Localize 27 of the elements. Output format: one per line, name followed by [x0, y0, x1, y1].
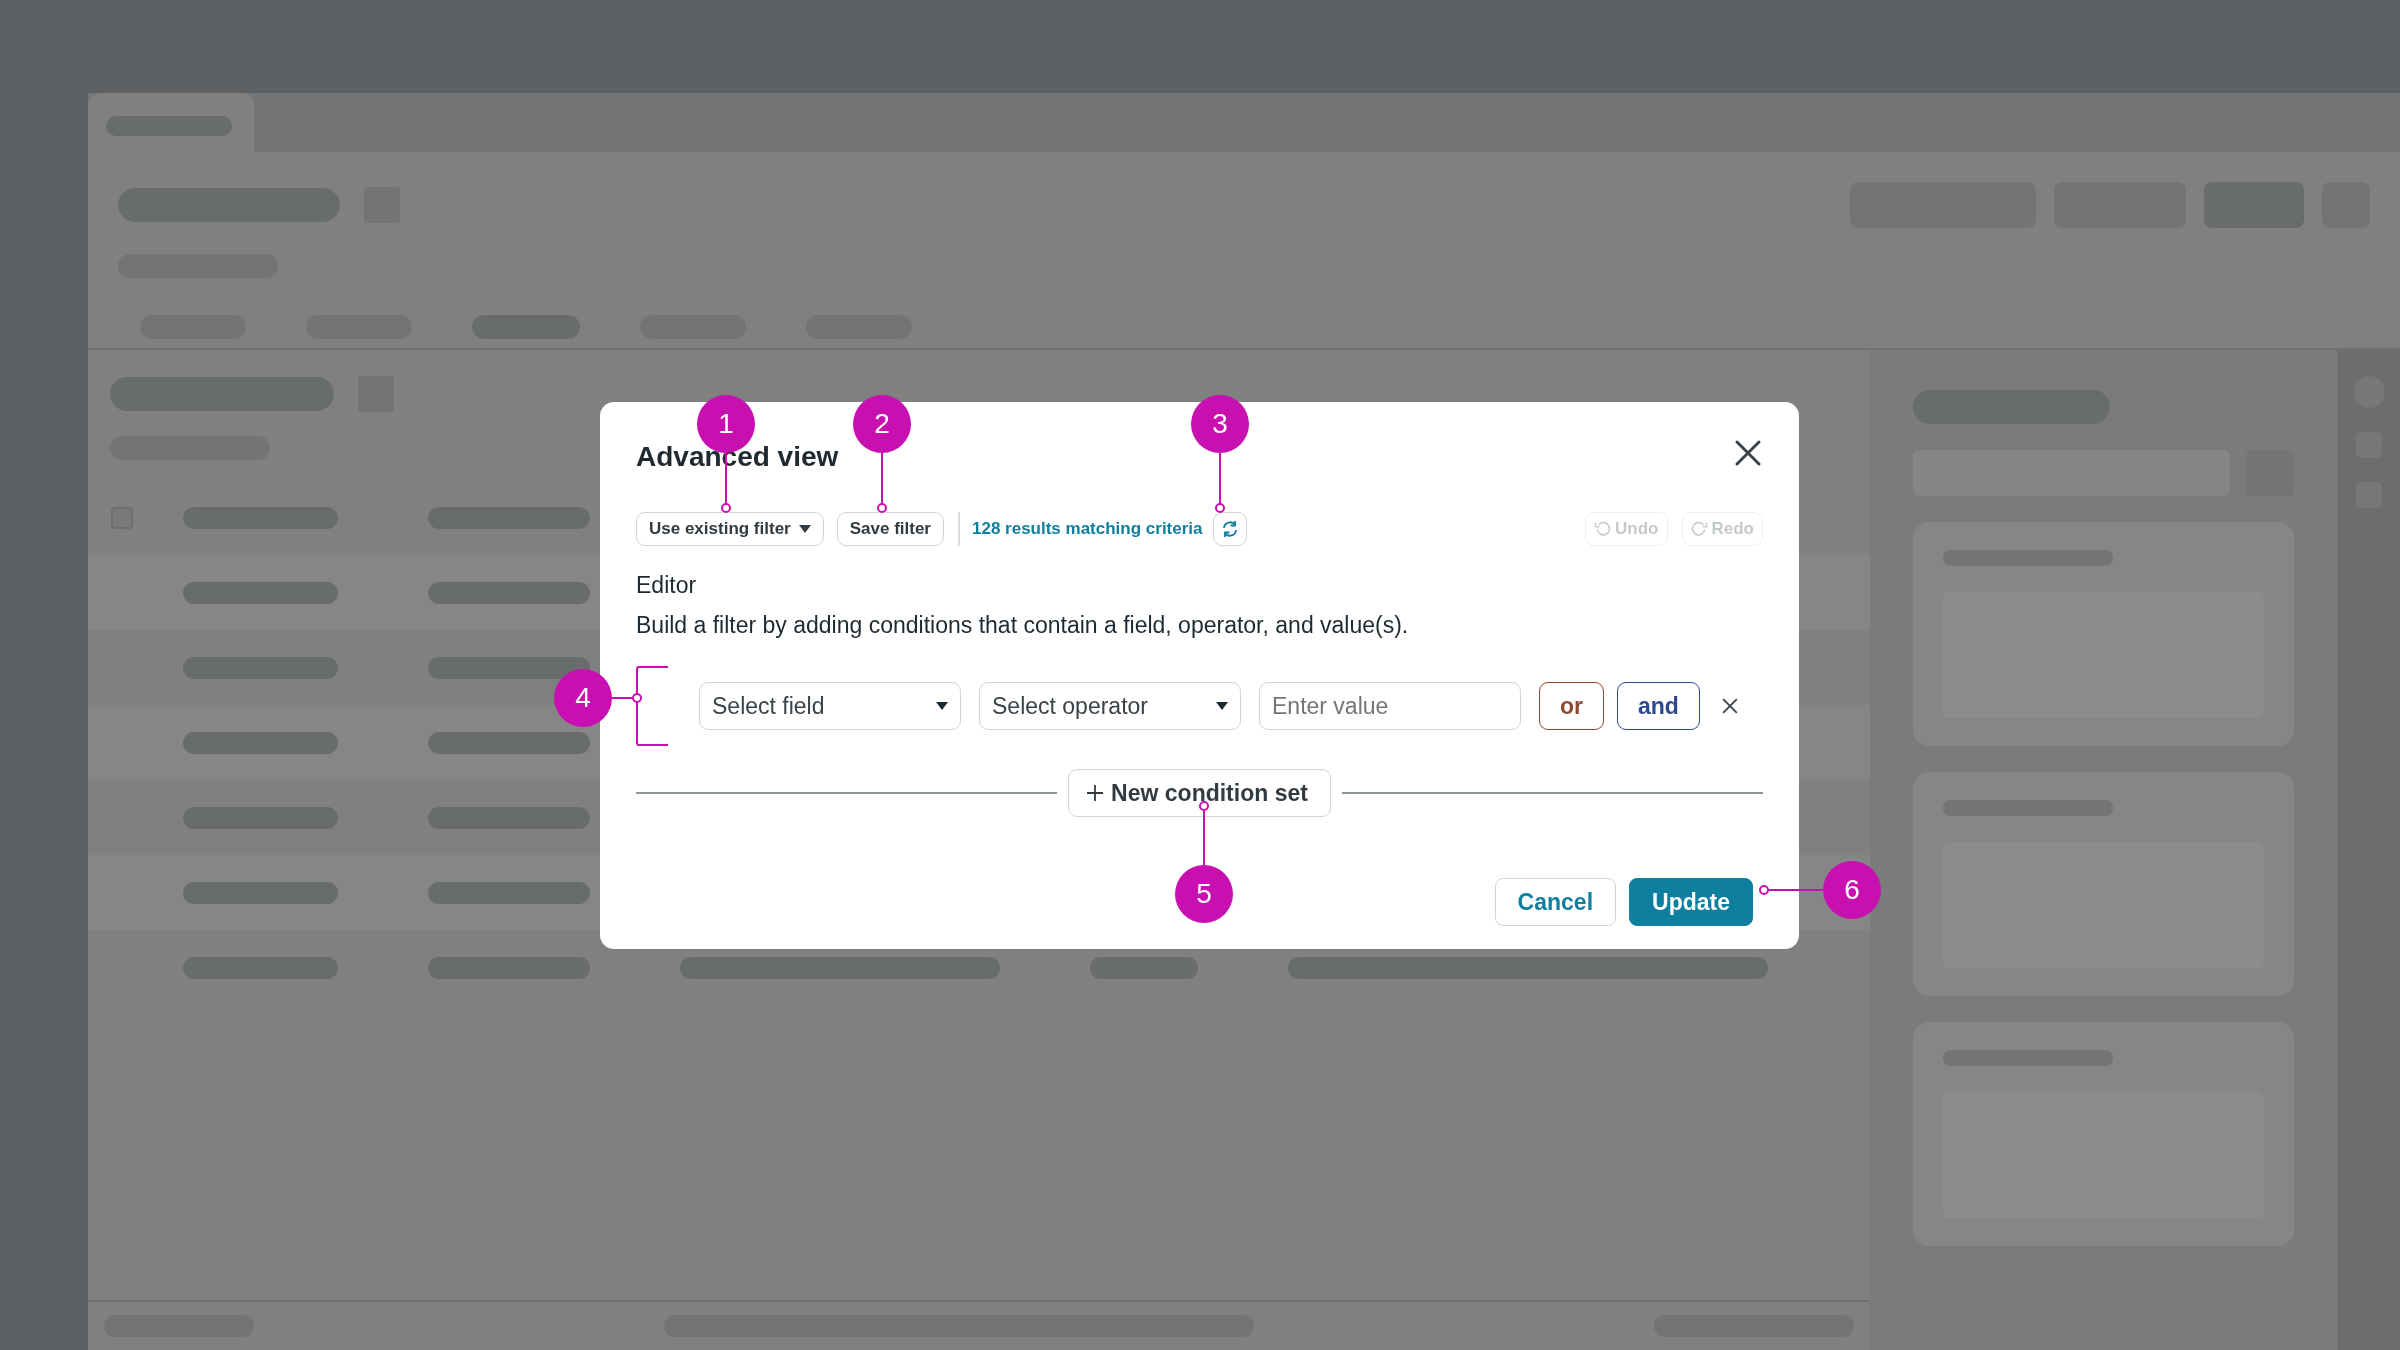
close-icon[interactable]: [1733, 438, 1763, 468]
leader-line: [1214, 453, 1226, 514]
new-condition-set-button[interactable]: New condition set: [1068, 769, 1331, 817]
field-select[interactable]: Select field: [699, 682, 961, 730]
leader-line: [1198, 800, 1210, 865]
operator-select[interactable]: Select operator: [979, 682, 1241, 730]
refresh-icon: [1220, 520, 1239, 538]
remove-icon[interactable]: [1721, 698, 1738, 714]
leader-line: [876, 453, 888, 514]
undo-icon: [1594, 520, 1612, 538]
results-link[interactable]: 128 results matching criteria: [972, 516, 1203, 542]
value-input[interactable]: Enter value: [1259, 682, 1521, 730]
filter-dropdown[interactable]: Use existing filter: [636, 512, 824, 546]
leader-line: [612, 692, 643, 704]
cancel-button[interactable]: Cancel: [1494, 878, 1617, 926]
redo-icon: [1690, 520, 1708, 538]
description-text: Build a filter by adding conditions that contain a field, operator, and value(s).: [636, 611, 1410, 640]
caret-icon: [936, 702, 948, 710]
refresh-button[interactable]: [1212, 512, 1247, 546]
section-heading: Editor: [636, 571, 698, 600]
update-button[interactable]: Update: [1629, 878, 1753, 926]
save-filter-button[interactable]: Save filter: [836, 512, 944, 546]
caret-icon: [1216, 702, 1228, 710]
plus-icon: [1085, 783, 1106, 803]
connector-toggle[interactable]: and: [1617, 682, 1700, 730]
caret-icon: [798, 525, 811, 533]
connector-toggle[interactable]: or: [1539, 682, 1604, 730]
